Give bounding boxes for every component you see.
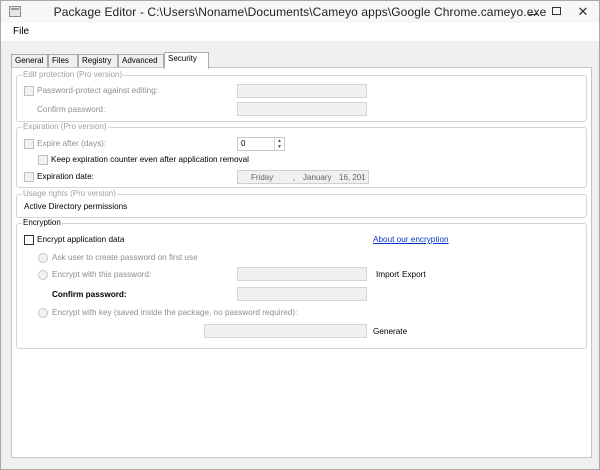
window-title: Package Editor - C:\Users\Noname\Documen…: [53, 5, 547, 19]
ask-user-label: Ask user to create password on first use: [52, 253, 198, 262]
edit-protection-group: Edit protection (Pro version) Password-p…: [16, 70, 587, 122]
expire-days-stepper[interactable]: 0 ▲ ▼: [237, 137, 285, 151]
generate-button[interactable]: Generate: [373, 327, 407, 336]
menu-file[interactable]: File: [13, 26, 29, 37]
date-separator: ,: [293, 173, 296, 182]
edit-password-input[interactable]: [237, 84, 367, 98]
about-encryption-link[interactable]: About our encryption: [373, 235, 449, 244]
package-editor-window: Package Editor - C:\Users\Noname\Documen…: [0, 0, 600, 470]
password-protect-checkbox[interactable]: [24, 86, 34, 96]
encrypt-application-label: Encrypt application data: [37, 235, 125, 244]
password-protect-label: Password-protect against editing:: [37, 86, 159, 95]
tab-security[interactable]: Security: [164, 52, 209, 69]
stepper-buttons[interactable]: ▲ ▼: [274, 138, 284, 150]
encrypt-application-checkbox[interactable]: [24, 235, 34, 245]
tab-registry[interactable]: Registry: [78, 54, 118, 68]
date-month: January: [303, 173, 332, 182]
maximize-icon: [551, 7, 561, 15]
chevron-down-icon[interactable]: ▼: [275, 144, 284, 150]
minimize-icon: [527, 13, 537, 15]
expiration-group: Expiration (Pro version) Expire after (d…: [16, 122, 587, 188]
export-button[interactable]: Export: [402, 270, 426, 279]
tab-advanced[interactable]: Advanced: [118, 54, 164, 68]
edit-confirm-password-label: Confirm password:: [37, 105, 106, 114]
keep-counter-label: Keep expiration counter even after appli…: [51, 155, 249, 164]
encrypt-password-label: Encrypt with this password:: [52, 270, 152, 279]
expire-after-checkbox[interactable]: [24, 139, 34, 149]
encryption-group: Encryption Encrypt application data Abou…: [16, 218, 587, 349]
title-bar[interactable]: Package Editor - C:\Users\Noname\Documen…: [1, 1, 599, 23]
maximize-button[interactable]: [545, 1, 567, 21]
edit-confirm-password-input[interactable]: [237, 102, 367, 116]
tab-files[interactable]: Files: [48, 54, 78, 68]
encryption-confirm-password-input[interactable]: [237, 287, 367, 301]
encrypt-key-radio[interactable]: [38, 308, 48, 318]
encrypt-key-label: Encrypt with key (saved inside the packa…: [52, 308, 298, 317]
expiration-date-picker[interactable]: Friday , January 16, 201 ⌵: [237, 170, 369, 184]
edit-protection-group-label: Edit protection (Pro version): [22, 70, 124, 79]
close-button[interactable]: ✕: [569, 1, 597, 21]
usage-rights-group-label: Usage rights (Pro version): [22, 189, 117, 198]
encryption-key-input[interactable]: [204, 324, 367, 338]
active-directory-label[interactable]: Active Directory permissions: [24, 202, 127, 211]
expiration-group-label: Expiration (Pro version): [22, 122, 108, 131]
expire-days-value: 0: [241, 139, 246, 148]
ask-user-radio[interactable]: [38, 253, 48, 263]
chevron-down-icon[interactable]: ⌵: [360, 173, 365, 181]
date-weekday: Friday: [251, 173, 274, 182]
security-tab-page: Edit protection (Pro version) Password-p…: [11, 67, 592, 458]
close-icon: ✕: [577, 3, 589, 19]
menu-bar: File: [1, 23, 599, 41]
import-button[interactable]: Import: [376, 270, 399, 279]
usage-rights-group: Usage rights (Pro version) Active Direct…: [16, 189, 587, 218]
encrypt-password-radio[interactable]: [38, 270, 48, 280]
expire-after-label: Expire after (days):: [37, 139, 107, 148]
encryption-confirm-password-label: Confirm password:: [52, 290, 127, 299]
minimize-button[interactable]: [521, 1, 543, 21]
tab-general[interactable]: General: [11, 54, 48, 68]
keep-counter-checkbox[interactable]: [38, 155, 48, 165]
expiration-date-checkbox[interactable]: [24, 172, 34, 182]
expiration-date-label: Expiration date:: [37, 172, 94, 181]
encryption-group-label: Encryption: [22, 218, 62, 227]
encryption-password-input[interactable]: [237, 267, 367, 281]
